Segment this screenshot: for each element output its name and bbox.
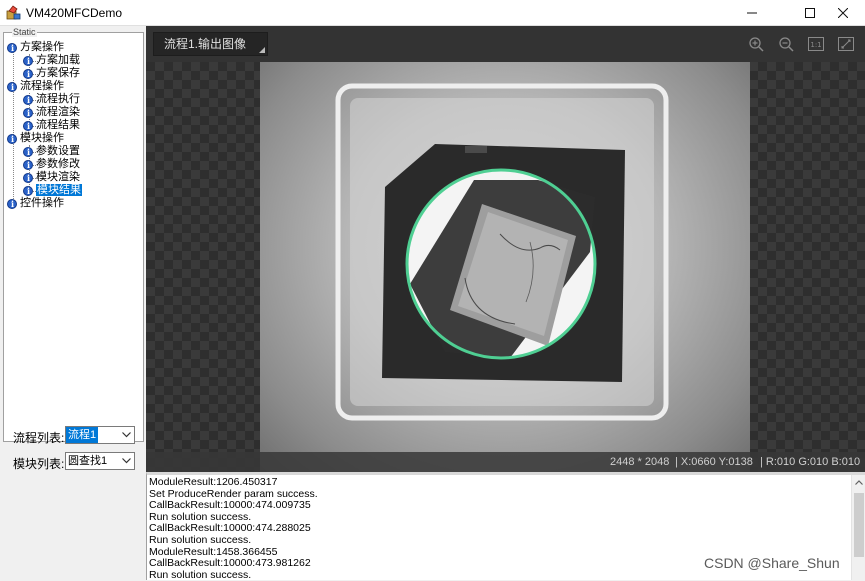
resolution-readout: 2448 * 2048 xyxy=(610,456,670,468)
zoom-in-icon[interactable] xyxy=(747,35,765,53)
minimize-button[interactable] xyxy=(729,0,774,26)
info-icon xyxy=(23,55,33,68)
svg-text:1:1: 1:1 xyxy=(810,41,821,49)
scroll-thumb[interactable] xyxy=(854,493,864,557)
module-list-label: 模块列表: xyxy=(13,457,65,471)
tree-item-module-ops[interactable]: 模块操作 xyxy=(6,132,142,146)
tree-item-process-render[interactable]: 流程渲染 xyxy=(6,106,142,120)
image-status-bar: 2448 * 2048 | X:0660 Y:0138 | R:010 G:01… xyxy=(146,452,865,472)
close-icon xyxy=(837,8,848,18)
maximize-icon xyxy=(804,8,815,18)
log-line: ModuleResult:1206.450317 xyxy=(149,476,278,488)
process-list-select[interactable]: 流程1 xyxy=(65,426,135,444)
window-title: VM420MFCDemo xyxy=(26,6,123,20)
tree-item-scheme-load[interactable]: 方案加载 xyxy=(6,54,142,68)
groupbox-caption: Static xyxy=(12,27,37,37)
operations-tree[interactable]: 方案操作 方案加载 方案保存 流程操作 流程执行 流程渲染 流程结果 模块操作 … xyxy=(6,41,142,211)
viewer-toolbar: 流程1.输出图像 1:1 xyxy=(146,26,865,62)
module-list-select[interactable]: 圆查找1 xyxy=(65,452,135,470)
minimize-icon xyxy=(746,12,757,14)
process-list-label: 流程列表: xyxy=(13,431,65,445)
chevron-down-icon[interactable] xyxy=(118,453,134,469)
tree-item-module-result[interactable]: 模块结果 xyxy=(6,184,142,198)
camera-image xyxy=(260,62,750,472)
tree-item-process-ops[interactable]: 流程操作 xyxy=(6,80,142,94)
fit-window-icon[interactable] xyxy=(837,35,855,53)
info-icon xyxy=(7,198,17,211)
left-panel: Static 方案操作 方案加载 方案保存 流程操作 流程执行 流程渲染 流程结… xyxy=(0,26,146,580)
output-image-tab[interactable]: 流程1.输出图像 xyxy=(153,32,268,56)
title-bar: VM420MFCDemo xyxy=(0,0,865,26)
info-icon xyxy=(23,172,33,185)
image-canvas[interactable]: 2448 * 2048 | X:0660 Y:0138 | R:010 G:01… xyxy=(146,62,865,472)
info-icon xyxy=(7,42,17,55)
info-icon xyxy=(23,107,33,120)
inspected-part-illustration xyxy=(335,83,669,421)
process-list-value: 流程1 xyxy=(66,427,99,443)
tree-item-param-modify[interactable]: 参数修改 xyxy=(6,158,142,172)
module-list-value: 圆查找1 xyxy=(68,455,108,467)
chevron-down-icon[interactable] xyxy=(118,427,134,443)
tree-item-module-render[interactable]: 模块渲染 xyxy=(6,171,142,185)
log-line: Run solution success. xyxy=(149,533,252,546)
info-icon xyxy=(23,120,33,133)
app-icon xyxy=(6,5,21,20)
log-line: CallBackResult:10000:473.981262 xyxy=(149,557,311,570)
tree-item-process-result[interactable]: 流程结果 xyxy=(6,119,142,133)
info-icon xyxy=(23,159,33,172)
tree-item-process-run[interactable]: 流程执行 xyxy=(6,93,142,107)
tree-item-param-set[interactable]: 参数设置 xyxy=(6,145,142,159)
pixel-rgb-readout: | R:010 G:010 B:010 xyxy=(760,456,861,468)
image-viewer: 流程1.输出图像 1:1 2448 * 2048 | X:0660 Y:0138… xyxy=(146,26,865,472)
zoom-out-icon[interactable] xyxy=(777,35,795,53)
cursor-coordinates-readout: | X:0660 Y:0138 xyxy=(675,456,753,468)
tree-item-control-ops[interactable]: 控件操作 xyxy=(6,197,142,211)
close-button[interactable] xyxy=(820,0,865,26)
watermark-text: CSDN @Share_Shun xyxy=(704,555,840,571)
info-icon xyxy=(23,185,33,198)
log-scrollbar[interactable] xyxy=(851,475,865,580)
dropdown-corner-icon xyxy=(259,47,265,53)
info-icon xyxy=(23,146,33,159)
tree-item-scheme-ops[interactable]: 方案操作 xyxy=(6,41,142,55)
operations-groupbox: Static 方案操作 方案加载 方案保存 流程操作 流程执行 流程渲染 流程结… xyxy=(3,27,144,442)
info-icon xyxy=(23,68,33,81)
info-icon xyxy=(7,133,17,146)
info-icon xyxy=(7,81,17,94)
log-line: Run solution success. xyxy=(149,568,252,581)
actual-size-icon[interactable]: 1:1 xyxy=(807,35,825,53)
scroll-up-icon[interactable] xyxy=(852,475,865,489)
info-icon xyxy=(23,94,33,107)
tree-item-scheme-save[interactable]: 方案保存 xyxy=(6,67,142,81)
